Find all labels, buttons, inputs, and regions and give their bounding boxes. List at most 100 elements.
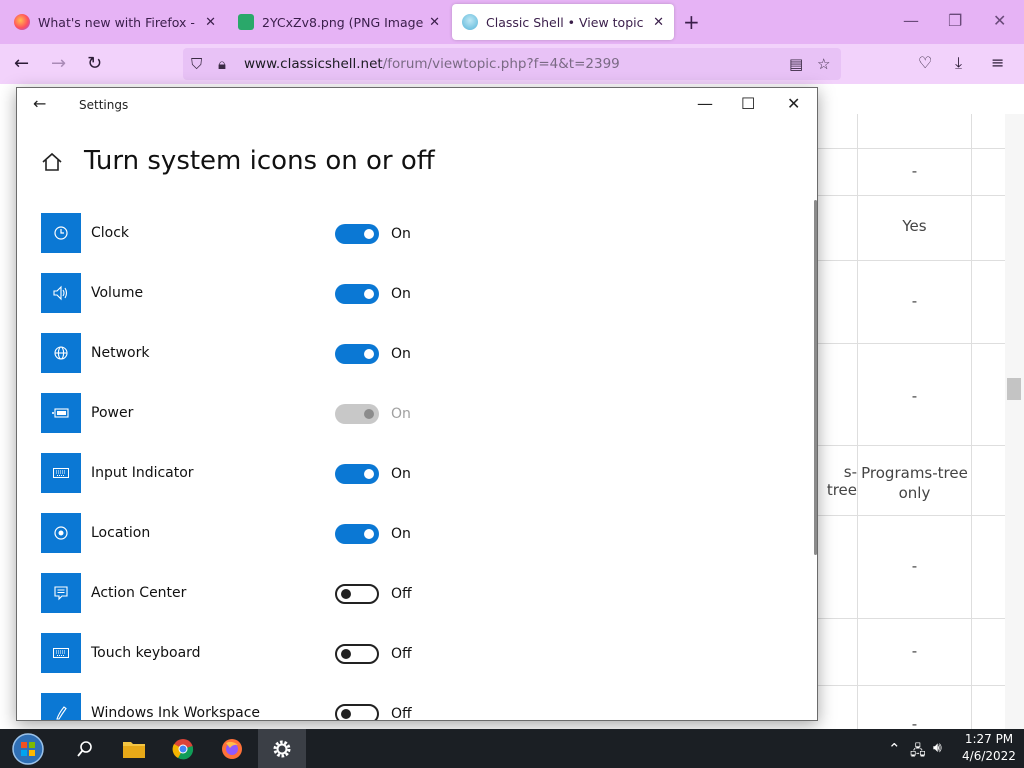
location-icon — [41, 513, 81, 553]
new-tab-button[interactable]: + — [683, 10, 700, 34]
reader-view-icon[interactable]: ▤ — [789, 55, 803, 73]
network-tray-icon[interactable]: 🖧︎ — [910, 740, 926, 764]
tab-classic-shell[interactable]: Classic Shell • View topic - Com ✕ — [452, 4, 674, 40]
volume-tray-icon[interactable]: 🔊︎ — [933, 740, 942, 756]
start-button[interactable] — [4, 729, 52, 768]
close-window-icon[interactable]: ✕ — [993, 11, 1006, 30]
search-button[interactable] — [61, 729, 109, 768]
folder-icon — [123, 741, 145, 758]
setting-row-windows-ink: Windows Ink Workspace Off — [41, 693, 541, 721]
chrome-button[interactable] — [159, 729, 207, 768]
page-scrollbar-thumb[interactable] — [1007, 378, 1021, 400]
taskbar-clock[interactable]: 1:27 PM 4/6/2022 — [962, 731, 1016, 765]
table-cell: - — [911, 162, 918, 180]
table-cell: - — [911, 642, 918, 660]
menu-icon[interactable]: ≡ — [991, 53, 1004, 72]
shield-icon[interactable]: ⛉ — [191, 55, 202, 73]
image-icon — [238, 14, 254, 30]
browser-tab-bar: What's new with Firefox - More ✕ 2YCxZv8… — [0, 0, 1024, 44]
location-toggle[interactable] — [335, 524, 379, 544]
downloads-icon[interactable]: ⤓ — [955, 53, 962, 73]
pocket-icon[interactable]: ♡ — [918, 53, 932, 72]
network-toggle[interactable] — [335, 344, 379, 364]
close-tab-icon[interactable]: ✕ — [653, 15, 664, 30]
toggle-state: Off — [391, 586, 412, 602]
table-cell: - — [911, 292, 918, 310]
settings-taskbar-button[interactable] — [258, 729, 306, 768]
setting-row-network: Network On — [41, 333, 541, 373]
tab-png-image[interactable]: 2YCxZv8.png (PNG Image, 802 ✕ — [228, 4, 450, 40]
tab-firefox-whats-new[interactable]: What's new with Firefox - More ✕ — [4, 4, 226, 40]
show-hidden-icons-icon[interactable]: ⌃ — [888, 740, 901, 758]
browser-nav-bar: ← → ↻ ⛉ 🔒︎ www.classicshell.net/forum/vi… — [0, 44, 1024, 84]
back-arrow-icon[interactable]: ← — [33, 94, 46, 113]
windows-ink-toggle[interactable] — [335, 704, 379, 720]
toggle-state: On — [391, 286, 411, 302]
setting-label: Network — [91, 345, 150, 361]
close-icon[interactable]: ✕ — [787, 94, 800, 113]
message-icon — [41, 573, 81, 613]
toggle-state: On — [391, 406, 411, 422]
page-scrollbar[interactable] — [1005, 114, 1024, 729]
home-icon[interactable] — [41, 152, 63, 172]
gear-icon — [273, 740, 291, 757]
setting-label: Location — [91, 525, 151, 541]
url-bar[interactable]: ⛉ 🔒︎ www.classicshell.net/forum/viewtopi… — [183, 48, 841, 80]
firefox-button[interactable] — [208, 729, 256, 768]
table-cell: - — [911, 387, 918, 405]
setting-row-input-indicator: Input Indicator On — [41, 453, 541, 493]
setting-row-action-center: Action Center Off — [41, 573, 541, 613]
table-cell: Yes — [902, 217, 927, 235]
bookmark-star-icon[interactable]: ☆ — [817, 55, 830, 73]
search-icon — [77, 740, 92, 757]
settings-window: ← Settings — ☐ ✕ Turn system icons on or… — [16, 87, 818, 721]
power-toggle — [335, 404, 379, 424]
setting-row-volume: Volume On — [41, 273, 541, 313]
setting-label: Action Center — [91, 585, 187, 601]
touch-keyboard-toggle[interactable] — [335, 644, 379, 664]
forward-button[interactable]: → — [51, 53, 66, 74]
setting-label: Windows Ink Workspace — [91, 705, 261, 721]
table-cell: - — [911, 557, 918, 575]
clock-icon — [41, 213, 81, 253]
clock-date: 4/6/2022 — [962, 749, 1016, 763]
action-center-toggle[interactable] — [335, 584, 379, 604]
clock-toggle[interactable] — [335, 224, 379, 244]
close-tab-icon[interactable]: ✕ — [429, 15, 440, 30]
minimize-icon[interactable]: — — [903, 11, 919, 30]
settings-scrollbar[interactable] — [814, 200, 817, 555]
table-cell: s-tree — [826, 463, 857, 499]
toggle-state: Off — [391, 646, 412, 662]
minimize-icon[interactable]: — — [697, 94, 713, 113]
close-tab-icon[interactable]: ✕ — [205, 15, 216, 30]
setting-row-power: Power On — [41, 393, 541, 433]
reload-button[interactable]: ↻ — [87, 53, 102, 74]
firefox-icon — [222, 738, 242, 759]
file-explorer-button[interactable] — [110, 729, 158, 768]
restore-icon[interactable]: ❐ — [948, 11, 962, 30]
setting-label: Clock — [91, 225, 130, 241]
toggle-state: On — [391, 346, 411, 362]
setting-row-location: Location On — [41, 513, 541, 553]
setting-label: Input Indicator — [91, 465, 194, 481]
firefox-icon — [14, 14, 30, 30]
taskbar: ⌃ 🖧︎ 🔊︎ 1:27 PM 4/6/2022 — [0, 729, 1024, 768]
lock-icon[interactable]: 🔒︎ — [218, 55, 226, 73]
maximize-icon[interactable]: ☐ — [741, 94, 755, 113]
shell-icon — [462, 14, 478, 30]
battery-icon — [41, 393, 81, 433]
setting-label: Touch keyboard — [91, 645, 201, 661]
setting-row-clock: Clock On — [41, 213, 541, 253]
setting-row-touch-keyboard: Touch keyboard Off — [41, 633, 541, 673]
chrome-icon — [172, 738, 194, 759]
back-button[interactable]: ← — [14, 53, 29, 74]
toggle-state: On — [391, 226, 411, 242]
keyboard-icon — [41, 633, 81, 673]
toggle-state: On — [391, 466, 411, 482]
volume-toggle[interactable] — [335, 284, 379, 304]
pen-icon — [41, 693, 81, 720]
url-host: www.classicshell.net — [244, 56, 383, 72]
toggle-state: Off — [391, 706, 412, 721]
input-indicator-toggle[interactable] — [335, 464, 379, 484]
keyboard-icon — [41, 453, 81, 493]
